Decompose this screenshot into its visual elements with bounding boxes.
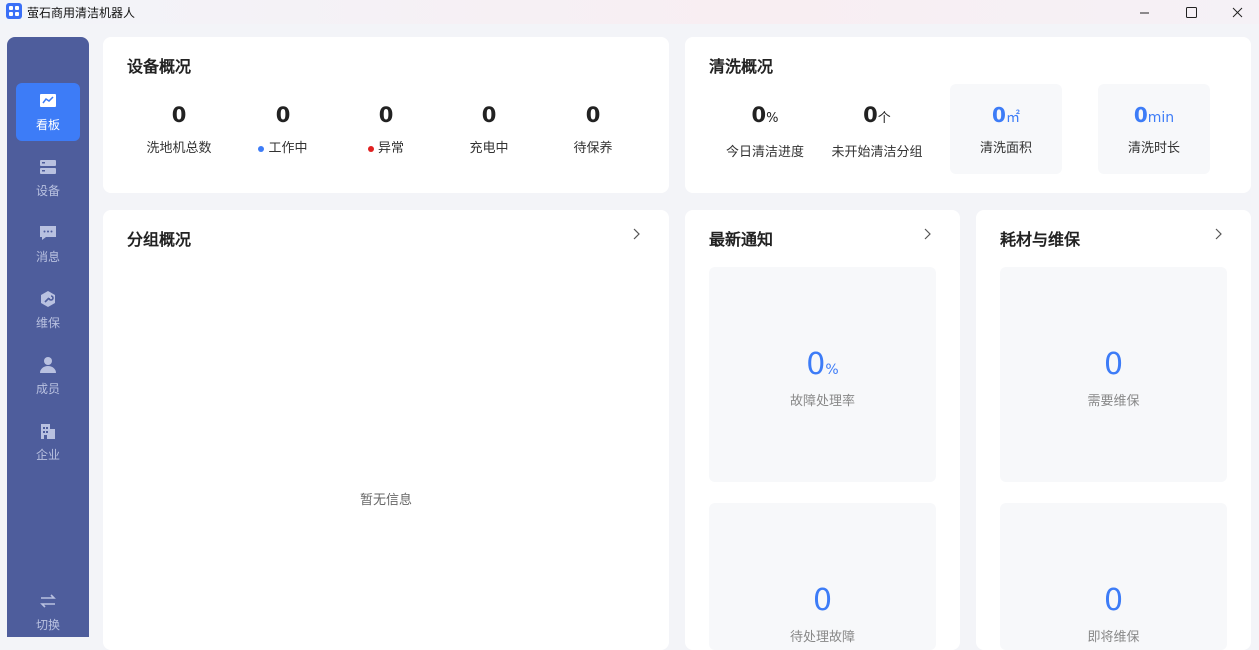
stat-label: 异常 (377, 141, 404, 156)
stat-value: 0 (751, 103, 767, 127)
sidebar-item-dashboard[interactable]: 看板 (16, 83, 80, 141)
message-icon (40, 225, 56, 240)
stat-label: 故障处理率 (789, 394, 855, 409)
window-title: 萤石商用清洁机器人 (27, 6, 136, 20)
maximize-button[interactable] (1168, 0, 1214, 24)
stat-value: 0 (806, 347, 826, 382)
close-button[interactable] (1214, 0, 1259, 24)
stat-label: 今日清洁进度 (725, 145, 804, 160)
minimize-icon (1139, 12, 1149, 13)
app-logo-icon (6, 3, 22, 19)
device-overview-title: 设备概况 (127, 57, 192, 76)
consumables-title: 耗材与维保 (1000, 230, 1081, 249)
stat-label: 待处理故障 (789, 630, 855, 645)
upcoming-maintenance-box[interactable]: 0 即将维保 (1000, 503, 1227, 650)
stat-unit: % (825, 362, 839, 378)
consumables-more-button[interactable] (1215, 228, 1223, 244)
stat-charging: 0 充电中 (439, 103, 539, 156)
stat-unit: % (766, 111, 779, 126)
sidebar-item-members[interactable]: 成员 (16, 347, 80, 405)
wash-overview-card: 清洗概况 0% 今日清洁进度 0个 未开始清洁分组 0㎡ 清洗面积 0min 清… (685, 37, 1251, 193)
sidebar-item-messages[interactable]: 消息 (16, 215, 80, 273)
chevron-right-icon (1215, 228, 1222, 240)
stat-value: 0 (275, 103, 291, 127)
fault-rate-box[interactable]: 0% 故障处理率 (709, 267, 936, 482)
sidebar-item-enterprise[interactable]: 企业 (16, 413, 80, 471)
sidebar-item-maintenance[interactable]: 维保 (16, 281, 80, 339)
sidebar-item-label: 设备 (35, 183, 60, 198)
wrench-icon (41, 290, 55, 307)
sidebar-item-label: 看板 (35, 117, 60, 132)
stat-value: 0 (1103, 583, 1124, 618)
stat-value: 0 (481, 103, 497, 127)
chevron-right-icon (924, 228, 931, 240)
stat-abnormal: 0 异常 (336, 103, 436, 156)
stat-value: 0 (863, 103, 878, 127)
stat-label: 清洗面积 (979, 141, 1032, 156)
notices-title: 最新通知 (709, 230, 774, 249)
stat-progress: 0% 今日清洁进度 (711, 103, 819, 160)
sidebar-switch-button[interactable]: 切换 (16, 583, 80, 641)
stat-value: 0 (1103, 347, 1124, 382)
stat-total: 0 洗地机总数 (129, 103, 229, 156)
stat-label: 充电中 (469, 141, 509, 156)
sidebar-item-label: 成员 (35, 381, 60, 396)
stat-label: 未开始清洁分组 (831, 145, 923, 160)
sidebar-item-label: 企业 (35, 447, 60, 462)
stat-pending-maintenance: 0 待保养 (543, 103, 643, 156)
stat-value: 0 (812, 583, 833, 618)
stat-label: 待保养 (573, 141, 613, 156)
stat-value: 0 (1133, 103, 1148, 127)
building-icon (41, 423, 55, 439)
device-overview-card: 设备概况 0 洗地机总数 0 工作中 0 异常 0 充电中 0 待保养 (103, 37, 669, 193)
sidebar-item-label: 维保 (35, 315, 60, 330)
sidebar-item-devices[interactable]: 设备 (16, 149, 80, 207)
close-icon (1232, 7, 1242, 17)
chevron-right-icon (633, 228, 640, 240)
stat-label: 清洗时长 (1127, 141, 1180, 156)
stat-unit: 个 (877, 111, 891, 126)
wash-overview-title: 清洗概况 (709, 57, 774, 76)
stat-unit: min (1147, 110, 1175, 126)
notices-card: 最新通知 0% 故障处理率 0 待处理故障 (685, 210, 960, 650)
device-icon (40, 159, 56, 174)
wash-duration-box: 0min 清洗时长 (1098, 84, 1210, 174)
sidebar: 看板 设备 消息 维保 成员 企业 切换 (7, 37, 89, 637)
stat-label: 需要维保 (1087, 394, 1140, 409)
empty-state-text: 暂无信息 (359, 493, 412, 508)
pending-faults-box[interactable]: 0 待处理故障 (709, 503, 936, 650)
consumables-card: 耗材与维保 0 需要维保 0 即将维保 (976, 210, 1251, 650)
group-overview-title: 分组概况 (127, 230, 192, 249)
abnormal-dot (367, 145, 374, 152)
stat-value: 0 (992, 103, 1006, 127)
group-overview-card: 分组概况 暂无信息 (103, 210, 669, 650)
need-maintenance-box[interactable]: 0 需要维保 (1000, 267, 1227, 482)
stat-value: 0 (585, 103, 601, 127)
chart-icon (40, 93, 56, 107)
maximize-icon (1185, 6, 1197, 18)
notices-more-button[interactable] (924, 228, 932, 244)
title-bar: 萤石商用清洁机器人 (0, 0, 1259, 24)
stat-working: 0 工作中 (233, 103, 333, 156)
group-overview-more-button[interactable] (633, 228, 641, 244)
stat-label: 工作中 (268, 141, 308, 156)
wash-area-box: 0㎡ 清洗面积 (950, 84, 1062, 174)
stat-label: 即将维保 (1087, 630, 1140, 645)
stat-value: 0 (171, 103, 187, 127)
user-icon (40, 356, 56, 373)
working-dot (258, 145, 265, 152)
stat-not-started: 0个 未开始清洁分组 (821, 103, 933, 160)
stat-value: 0 (378, 103, 394, 127)
stat-unit: ㎡ (1005, 110, 1020, 126)
sidebar-item-label: 消息 (35, 249, 60, 264)
switch-icon (40, 593, 56, 608)
minimize-button[interactable] (1121, 0, 1167, 24)
stat-label: 洗地机总数 (146, 141, 212, 156)
